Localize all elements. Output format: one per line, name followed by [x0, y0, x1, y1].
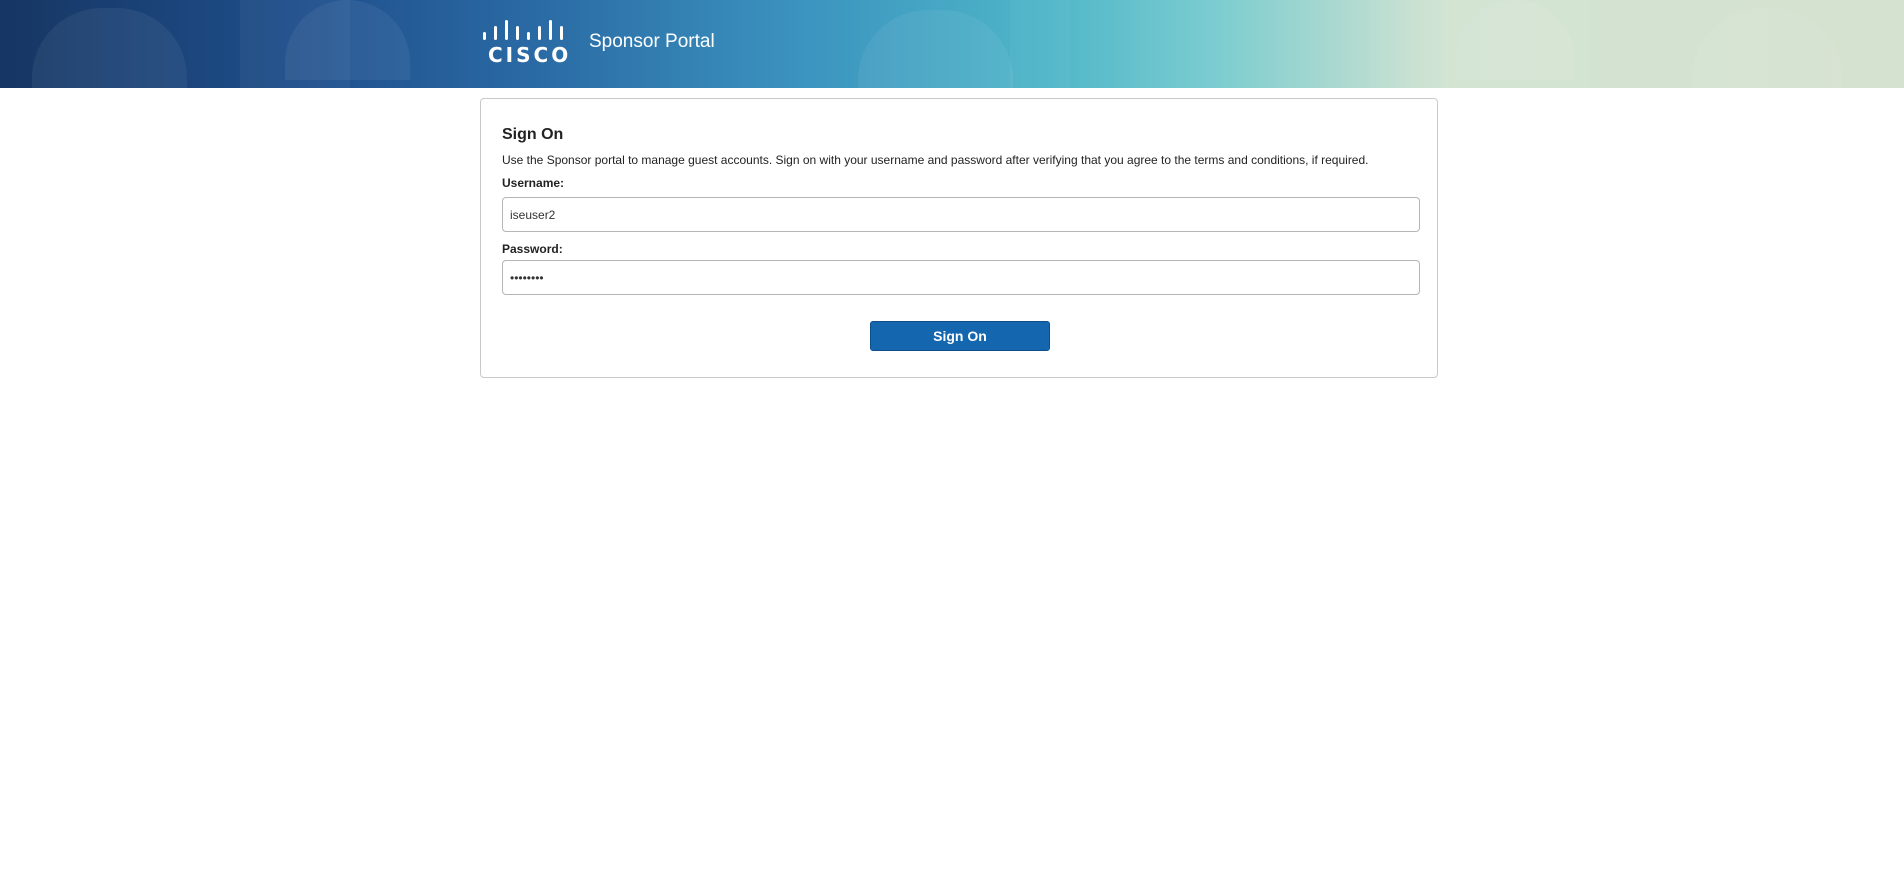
banner-decoration: [32, 8, 187, 88]
sign-on-heading: Sign On: [502, 126, 564, 143]
header-banner: CISCO Sponsor Portal: [0, 0, 1904, 88]
sign-on-description: Use the Sponsor portal to manage guest a…: [502, 153, 1369, 167]
sign-on-panel: Sign On Use the Sponsor portal to manage…: [480, 98, 1438, 378]
sign-on-button[interactable]: Sign On: [870, 321, 1050, 351]
portal-title: Sponsor Portal: [589, 31, 715, 52]
username-field[interactable]: [502, 197, 1420, 232]
password-label: Password:: [502, 242, 563, 256]
password-field[interactable]: [502, 260, 1420, 295]
banner-decoration: [1692, 8, 1842, 88]
banner-decoration: [1010, 0, 1070, 88]
username-label: Username:: [502, 176, 565, 190]
cisco-wordmark: CISCO: [488, 43, 572, 67]
brand: CISCO Sponsor Portal: [481, 18, 715, 68]
cisco-logo: CISCO: [481, 18, 571, 68]
cisco-bars-icon: [483, 20, 563, 40]
banner-decoration: [858, 10, 1013, 88]
